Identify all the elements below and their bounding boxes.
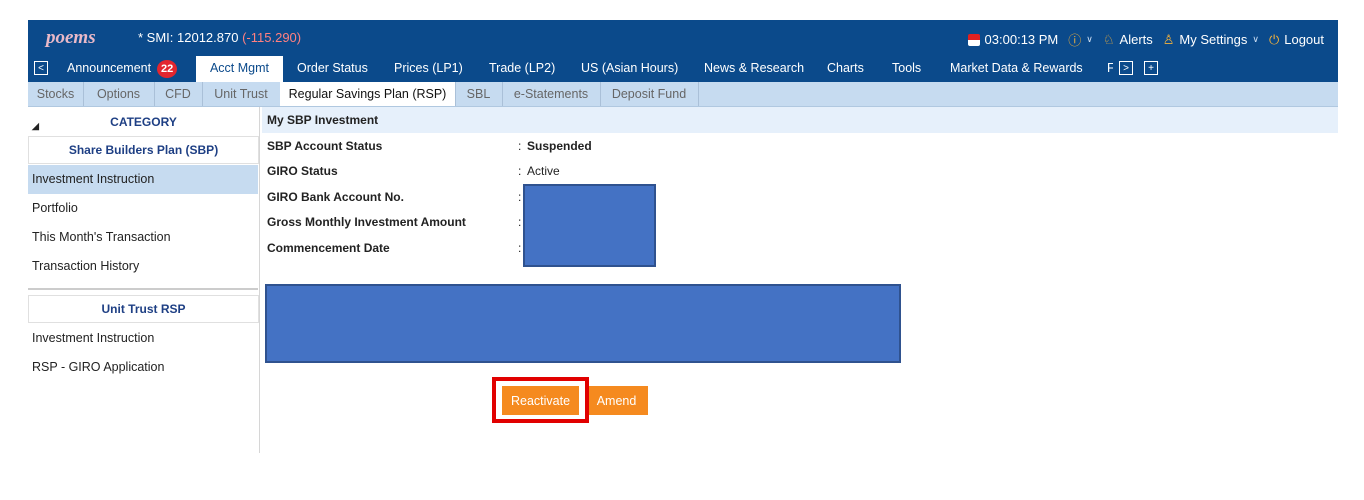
tab-label: News & Research bbox=[704, 61, 805, 75]
subtab-label: Unit Trust bbox=[214, 87, 268, 101]
nav-scroll-right-icon[interactable]: > bbox=[1119, 61, 1133, 75]
tab-news-research[interactable]: News & Research bbox=[704, 56, 804, 82]
subtab-options[interactable]: Options bbox=[83, 82, 155, 106]
category-header[interactable]: ◢ CATEGORY bbox=[28, 111, 259, 133]
tab-charts[interactable]: Charts bbox=[827, 56, 864, 82]
tab-label: Trade (LP2) bbox=[489, 61, 556, 75]
tab-label: Announcement bbox=[67, 61, 152, 75]
my-settings-label: My Settings bbox=[1179, 32, 1248, 47]
sidebar-item-ut-investment-instruction[interactable]: Investment Instruction bbox=[28, 324, 258, 353]
subtab-label: Stocks bbox=[36, 87, 75, 101]
subtab-label: Deposit Fund bbox=[611, 87, 687, 101]
subtab-unit-trust[interactable]: Unit Trust bbox=[202, 82, 281, 106]
label-sbp-account-status: SBP Account Status bbox=[267, 139, 383, 153]
tab-trade-lp2[interactable]: Trade (LP2) bbox=[489, 56, 555, 82]
info-icon: ⓘ bbox=[1068, 33, 1082, 48]
redacted-values-block bbox=[523, 184, 656, 267]
colon: : bbox=[518, 164, 522, 178]
tab-label: Market Data & Rewards bbox=[950, 61, 1083, 75]
tab-label: Order Status bbox=[297, 61, 368, 75]
colon: : bbox=[518, 215, 522, 229]
tab-tools[interactable]: Tools bbox=[892, 56, 921, 82]
tab-label: F bbox=[1107, 61, 1113, 75]
tab-label: Charts bbox=[827, 61, 864, 75]
colon: : bbox=[518, 139, 522, 153]
subtab-label: Options bbox=[96, 87, 141, 101]
sidebar-item-rsp-giro-application[interactable]: RSP - GIRO Application bbox=[28, 353, 258, 382]
tab-label: Acct Mgmt bbox=[209, 61, 270, 75]
group-title-sbp: Share Builders Plan (SBP) bbox=[28, 136, 259, 164]
smi-value: * SMI: 12012.870 bbox=[138, 30, 239, 45]
sidebar-item-portfolio[interactable]: Portfolio bbox=[28, 194, 258, 223]
my-settings-button[interactable]: ♙ My Settings ∨ bbox=[1163, 32, 1259, 48]
chevron-down-icon: ∨ bbox=[1086, 34, 1093, 44]
subtab-cfd[interactable]: CFD bbox=[154, 82, 203, 106]
colon: : bbox=[518, 190, 522, 204]
add-tab-icon[interactable]: + bbox=[1144, 61, 1158, 75]
sub-nav: Stocks Options CFD Unit Trust Regular Sa… bbox=[28, 82, 1338, 107]
tab-label: US (Asian Hours) bbox=[581, 61, 679, 75]
value-sbp-account-status: Suspended bbox=[527, 139, 592, 153]
poems-logo[interactable]: poems bbox=[38, 23, 120, 51]
label-giro-bank-account: GIRO Bank Account No. bbox=[267, 190, 404, 204]
subtab-sbl[interactable]: SBL bbox=[455, 82, 503, 106]
sidebar-item-investment-instruction[interactable]: Investment Instruction bbox=[28, 165, 258, 194]
category-title: CATEGORY bbox=[110, 115, 177, 129]
announcement-count-badge: 22 bbox=[157, 59, 178, 78]
subtab-label: e-Statements bbox=[513, 87, 589, 101]
subtab-deposit-fund[interactable]: Deposit Fund bbox=[600, 82, 699, 106]
user-icon: ♙ bbox=[1162, 31, 1175, 47]
tab-label: Tools bbox=[892, 61, 922, 75]
info-dropdown[interactable]: ⓘ ∨ bbox=[1068, 30, 1093, 49]
subtab-label: Regular Savings Plan (RSP) bbox=[288, 87, 447, 101]
tab-order-status[interactable]: Order Status bbox=[297, 56, 368, 82]
clock: 03:00:13 PM bbox=[967, 32, 1059, 47]
sidebar-item-this-months-transaction[interactable]: This Month's Transaction bbox=[28, 223, 258, 252]
subtab-label: CFD bbox=[165, 87, 191, 101]
tab-market-data-rewards[interactable]: Market Data & Rewards bbox=[950, 56, 1083, 82]
header-right: 03:00:13 PM ⓘ ∨ ♘ Alerts ♙ My Settings ∨… bbox=[967, 30, 1324, 49]
logout-label: Logout bbox=[1284, 32, 1324, 47]
tab-prices-lp1[interactable]: Prices (LP1) bbox=[394, 56, 463, 82]
group-title-unit-trust-rsp: Unit Trust RSP bbox=[28, 295, 259, 323]
chevron-down-icon: ∨ bbox=[1252, 34, 1259, 44]
label-gross-monthly-amount: Gross Monthly Investment Amount bbox=[267, 215, 466, 229]
collapse-caret-icon[interactable]: ◢ bbox=[32, 115, 39, 137]
alerts-label: Alerts bbox=[1119, 32, 1153, 47]
smi-index: * SMI: 12012.870 (-115.290) bbox=[138, 30, 301, 45]
top-header: poems * SMI: 12012.870 (-115.290) 03:00:… bbox=[28, 20, 1338, 56]
amend-button[interactable]: Amend bbox=[585, 386, 648, 415]
singapore-flag-icon bbox=[967, 33, 980, 46]
label-commencement-date: Commencement Date bbox=[267, 241, 390, 255]
highlight-box bbox=[492, 377, 589, 423]
tab-acct-mgmt[interactable]: Acct Mgmt bbox=[196, 56, 283, 82]
nav-scroll-left-icon[interactable]: < bbox=[34, 61, 48, 75]
redacted-notice-block bbox=[265, 284, 901, 363]
main-nav: < Announcement 22 Acct Mgmt Order Status … bbox=[28, 56, 1338, 82]
bell-icon: ♘ bbox=[1102, 31, 1115, 47]
logo-text: poems bbox=[44, 27, 96, 48]
section-title: My SBP Investment bbox=[262, 107, 1338, 133]
subtab-stocks[interactable]: Stocks bbox=[28, 82, 84, 106]
tab-truncated[interactable]: F bbox=[1107, 56, 1113, 82]
sidebar-item-transaction-history[interactable]: Transaction History bbox=[28, 252, 258, 281]
tab-us-asian-hours[interactable]: US (Asian Hours) bbox=[581, 56, 678, 82]
alerts-button[interactable]: ♘ Alerts bbox=[1103, 32, 1153, 48]
tab-label: Prices (LP1) bbox=[394, 61, 463, 75]
clock-time: 03:00:13 PM bbox=[984, 32, 1059, 47]
tab-announcement[interactable]: Announcement 22 bbox=[67, 56, 178, 82]
logout-button[interactable]: ⏻ Logout bbox=[1269, 32, 1324, 48]
subtab-e-statements[interactable]: e-Statements bbox=[502, 82, 601, 106]
label-giro-status: GIRO Status bbox=[267, 164, 338, 178]
colon: : bbox=[518, 241, 522, 255]
sidebar: ◢ CATEGORY Share Builders Plan (SBP) Inv… bbox=[28, 107, 260, 453]
smi-change: (-115.290) bbox=[242, 30, 302, 45]
subtab-regular-savings-plan[interactable]: Regular Savings Plan (RSP) bbox=[280, 82, 456, 106]
power-icon: ⏻ bbox=[1268, 31, 1280, 47]
subtab-label: SBL bbox=[466, 87, 491, 101]
sidebar-divider bbox=[28, 288, 258, 290]
value-giro-status: Active bbox=[527, 164, 560, 178]
